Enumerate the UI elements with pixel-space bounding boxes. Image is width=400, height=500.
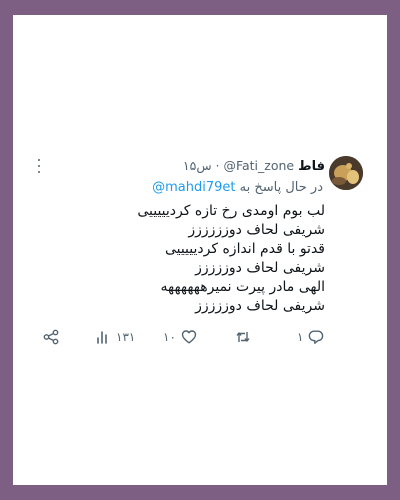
- tweet-line: قدتو با قدم اندازه کردیییییی: [164, 241, 325, 257]
- action-bar: ۱۳۱ ۱۰ ۱: [43, 329, 333, 349]
- replying-to: در حال پاسخ به @mahdi79et: [152, 180, 323, 195]
- mention-link[interactable]: @mahdi79et: [152, 180, 235, 195]
- tweet-text: لب بوم اومدی رخ تازه کردیییییی شریفی لحا…: [65, 202, 325, 316]
- separator-dot: ·: [215, 159, 220, 173]
- tweet-line: شریفی لحاف دوززززز: [195, 298, 325, 314]
- replying-prefix: در حال پاسخ به: [239, 180, 323, 195]
- share-button[interactable]: [43, 329, 59, 345]
- more-options-icon[interactable]: [35, 159, 43, 173]
- views-icon: [97, 331, 107, 344]
- user-handle[interactable]: @Fati_zone: [223, 158, 294, 173]
- tweet[interactable]: فاط @Fati_zone · ۱۵س در حال پاسخ به @mah…: [13, 15, 387, 485]
- views-button[interactable]: ۱۳۱: [95, 329, 135, 345]
- share-icon: [43, 329, 59, 345]
- avatar-image: [329, 156, 363, 190]
- avatar[interactable]: [329, 156, 363, 190]
- tweet-header: فاط @Fati_zone · ۱۵س: [183, 158, 325, 174]
- display-name[interactable]: فاط: [298, 159, 325, 174]
- tweet-line: لب بوم اومدی رخ تازه کردیییییی: [137, 203, 325, 219]
- tweet-line: شریفی لحاف دوزززززز: [188, 222, 325, 238]
- retweet-button[interactable]: [235, 329, 256, 345]
- tweet-line: الهی مادر پیرت نمیرههههههه: [160, 279, 325, 295]
- reply-icon: [309, 330, 324, 344]
- tweet-line: شریفی لحاف دوززززز: [195, 260, 325, 276]
- likes-count: ۱۰: [163, 330, 176, 344]
- tweet-card: فاط @Fati_zone · ۱۵س در حال پاسخ به @mah…: [13, 15, 387, 485]
- reply-button[interactable]: ۱: [297, 329, 324, 345]
- views-count: ۱۳۱: [116, 330, 136, 344]
- like-button[interactable]: ۱۰: [163, 329, 197, 345]
- timestamp[interactable]: ۱۵س: [183, 158, 212, 173]
- replies-count: ۱: [297, 330, 304, 344]
- retweet-icon: [236, 332, 250, 342]
- heart-icon: [181, 330, 197, 344]
